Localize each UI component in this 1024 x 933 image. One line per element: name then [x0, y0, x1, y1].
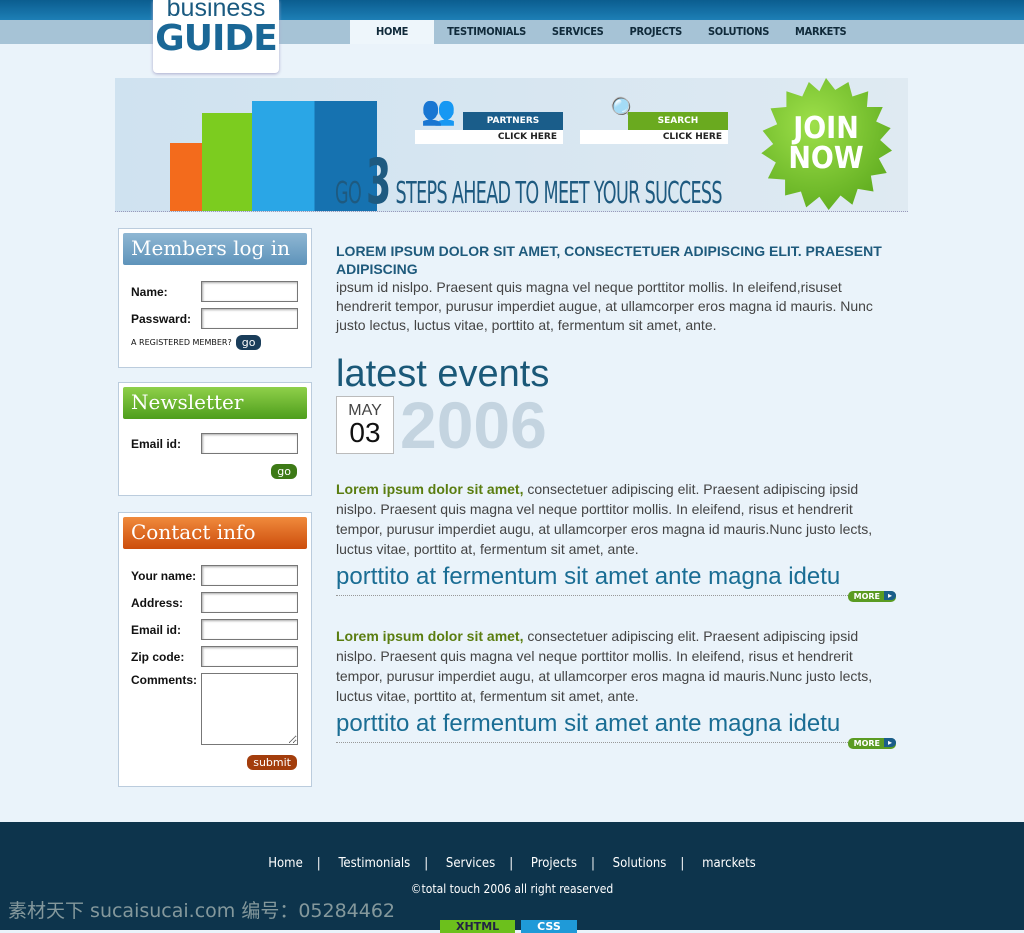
intro-body: ipsum id nislpo. Praesent quis magna vel…	[336, 279, 873, 333]
newsletter-box: Newsletter signup Email id: go	[118, 382, 312, 496]
join-now-button[interactable]: JOIN NOW	[761, 78, 892, 210]
partners-promo[interactable]: 👥 PARTNERS CLICK HERE	[415, 95, 563, 144]
main-nav: HOME TESTIMONIALS SERVICES PROJECTS SOLU…	[350, 20, 859, 44]
login-title: Members log in	[123, 233, 307, 265]
watermark: 素材天下 sucaisucai.com 编号：05284462	[8, 900, 396, 922]
tagline: GO 3 STEPS AHEAD TO MEET YOUR SUCCESS	[335, 145, 723, 218]
event-subtitle: porttito at fermentum sit amet ante magn…	[336, 710, 896, 743]
footer-links: Home | Testimonials | Services | Projects | …	[268, 856, 756, 871]
xhtml-badge[interactable]: XHTML	[440, 920, 516, 933]
contact-title: Contact info	[123, 517, 307, 549]
password-input[interactable]	[201, 308, 298, 329]
more-button[interactable]: MORE	[847, 738, 897, 749]
your-name-input[interactable]	[201, 565, 298, 586]
nav-projects[interactable]: PROJECTS	[617, 20, 695, 44]
submit-button[interactable]: submit	[247, 755, 297, 770]
newsletter-email-input[interactable]	[201, 433, 298, 454]
nav-home[interactable]: HOME	[350, 20, 435, 44]
nav-testimonials[interactable]: TESTIMONIALS	[434, 20, 539, 44]
css-badge[interactable]: CSS	[521, 920, 577, 933]
more-button[interactable]: MORE	[847, 591, 897, 602]
registered-member-link[interactable]: A REGISTERED MEMBER?	[131, 338, 232, 347]
logo[interactable]: business GUIDE	[153, 0, 279, 73]
nav-markets[interactable]: MARKETS	[782, 20, 859, 44]
contact-box: Contact info Your name: Address: Email i…	[118, 512, 312, 787]
footer-solutions[interactable]: Solutions	[613, 856, 667, 871]
email-input[interactable]	[201, 619, 298, 640]
name-input[interactable]	[201, 281, 298, 302]
footer-projects[interactable]: Projects	[531, 856, 577, 871]
hero-banner: GO 3 STEPS AHEAD TO MEET YOUR SUCCESS 👥 P…	[115, 78, 908, 218]
date-badge: MAY 03	[336, 396, 394, 454]
zip-input[interactable]	[201, 646, 298, 667]
event-item: Lorem ipsum dolor sit amet, consectetuer…	[336, 620, 897, 749]
nav-solutions[interactable]: SOLUTIONS	[695, 20, 782, 44]
newsletter-go-button[interactable]: go	[271, 464, 297, 479]
members-login-box: Members log in Name: Passward: A REGISTE…	[118, 228, 312, 368]
search-promo[interactable]: 🔍 SEARCH CLICK HERE	[580, 97, 728, 144]
footer: Home | Testimonials | Services | Projects | …	[0, 822, 1024, 933]
footer-services[interactable]: Services	[446, 856, 495, 871]
comments-textarea[interactable]	[201, 673, 298, 745]
people-icon: 👥	[421, 95, 456, 126]
address-input[interactable]	[201, 592, 298, 613]
footer-testimonials[interactable]: Testimonials	[338, 856, 410, 871]
event-subtitle: porttito at fermentum sit amet ante magn…	[336, 563, 896, 596]
event-item: Lorem ipsum dolor sit amet, consectetuer…	[336, 479, 897, 602]
login-go-button[interactable]: go	[235, 335, 262, 350]
footer-home[interactable]: Home	[268, 856, 303, 871]
main-content: LOREM IPSUM DOLOR SIT AMET, CONSECTETUER…	[336, 242, 897, 749]
intro-heading: LOREM IPSUM DOLOR SIT AMET, CONSECTETUER…	[336, 243, 882, 277]
footer-markets[interactable]: marckets	[702, 856, 756, 871]
nav-services[interactable]: SERVICES	[539, 20, 617, 44]
events-year: 2006	[400, 388, 547, 462]
copyright: ©total touch 2006 all right reaserved	[410, 882, 614, 896]
newsletter-title: Newsletter signup	[123, 387, 307, 444]
